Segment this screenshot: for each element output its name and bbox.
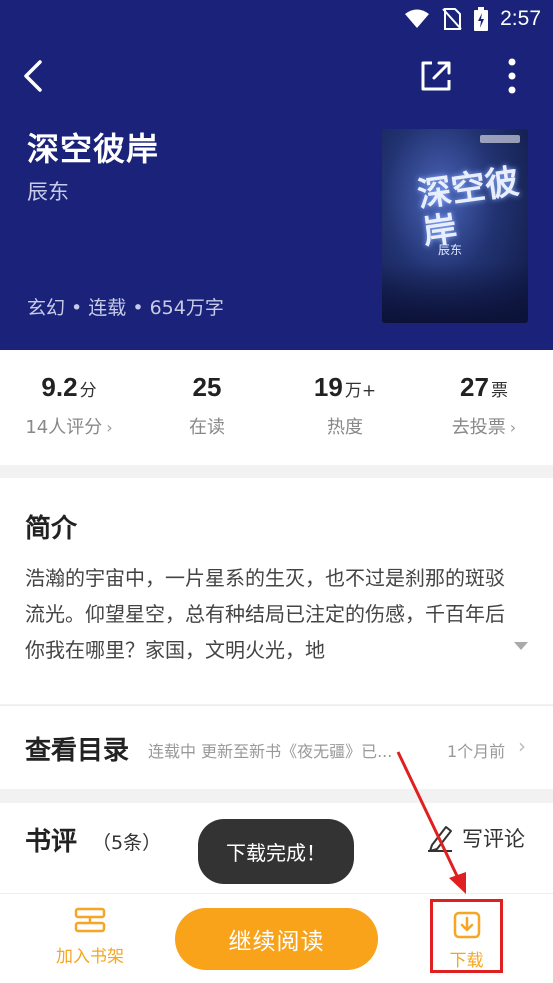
stat-label: 在读 [189, 417, 225, 438]
share-icon [421, 61, 451, 91]
back-button[interactable] [18, 58, 52, 94]
stat-rating[interactable]: 9.2 分 14人评分 › [0, 372, 138, 439]
catalog-title: 查看目录 [25, 736, 130, 766]
expand-caret-icon[interactable] [514, 642, 528, 650]
stat-unit: 万+ [344, 381, 377, 401]
cover-title-art: 深空彼岸 [415, 161, 522, 254]
intro-text: 浩瀚的宇宙中，一片星系的生灭，也不过是刹那的斑驳流光。仰望星空，总有种结局已注定… [25, 566, 505, 662]
status-bar: 2:57 [0, 0, 553, 38]
stat-label: 去投票 [451, 417, 506, 438]
stat-unit: 票 [490, 381, 508, 401]
write-review-label: 写评论 [462, 827, 525, 851]
intro-section[interactable]: 简介 浩瀚的宇宙中，一片星系的生灭，也不过是刹那的斑驳流光。仰望星空，总有种结局… [0, 478, 553, 704]
stats-row: 9.2 分 14人评分 › 25 在读 19 万+ 热度 27 票 去投票 › [0, 350, 553, 465]
add-to-shelf-label: 加入书架 [56, 947, 124, 967]
share-button[interactable] [418, 58, 454, 94]
publisher-logo [480, 135, 520, 143]
chevron-right-icon: › [518, 734, 526, 758]
status-time: 2:57 [500, 7, 541, 30]
add-to-shelf-button[interactable]: 加入书架 [40, 906, 140, 967]
download-icon [453, 911, 480, 939]
cover-mountains [382, 263, 528, 323]
catalog-time: 1个月前 [447, 742, 506, 761]
back-arrow-icon [24, 60, 42, 92]
wifi-icon [405, 9, 430, 28]
no-sim-icon [442, 8, 462, 30]
bottom-action-bar: 加入书架 继续阅读 下载 [0, 893, 553, 983]
reviews-count: （5条） [92, 832, 162, 854]
reviews-title: 书评 [25, 827, 78, 857]
bookshelf-add-icon [74, 907, 106, 933]
download-label: 下载 [449, 951, 484, 971]
catalog-row[interactable]: 查看目录 连载中 更新至新书《夜无疆》已... 1个月前 › [0, 705, 553, 789]
stat-value: 9.2 [41, 372, 78, 402]
battery-charging-icon [474, 7, 489, 31]
more-button[interactable] [498, 56, 526, 96]
chevron-right-icon: › [106, 418, 113, 437]
download-button[interactable]: 下载 [430, 899, 503, 973]
book-cover[interactable]: 深空彼岸 辰东 [382, 129, 528, 323]
continue-reading-button[interactable]: 继续阅读 [175, 908, 378, 970]
stat-label: 14人评分 [25, 417, 103, 438]
book-author[interactable]: 辰东 [27, 176, 69, 206]
status-icons: 2:57 [404, 6, 541, 32]
stat-value: 25 [192, 372, 222, 402]
book-header: 2:57 深空彼岸 辰东 玄幻 • 连载 • 654万字 深空彼岸 辰东 [0, 0, 553, 350]
stat-label: 热度 [327, 417, 363, 438]
cover-author-art: 辰东 [438, 243, 463, 257]
catalog-desc: 连载中 更新至新书《夜无疆》已... [148, 742, 393, 761]
more-vertical-icon [508, 58, 516, 94]
toast-message: 下载完成！ [198, 819, 354, 884]
intro-title: 简介 [25, 514, 78, 544]
stat-value: 19 [313, 372, 343, 402]
stat-readers: 25 在读 [138, 372, 276, 439]
pen-icon [428, 826, 452, 852]
write-review-button[interactable]: 写评论 [426, 821, 525, 855]
book-title: 深空彼岸 [27, 130, 160, 168]
stat-value: 27 [460, 372, 489, 402]
stat-unit: 分 [79, 381, 97, 401]
book-meta: 玄幻 • 连载 • 654万字 [27, 297, 224, 319]
chevron-right-icon: › [509, 418, 517, 437]
stat-popularity: 19 万+ 热度 [276, 372, 414, 439]
stat-votes[interactable]: 27 票 去投票 › [415, 372, 553, 439]
